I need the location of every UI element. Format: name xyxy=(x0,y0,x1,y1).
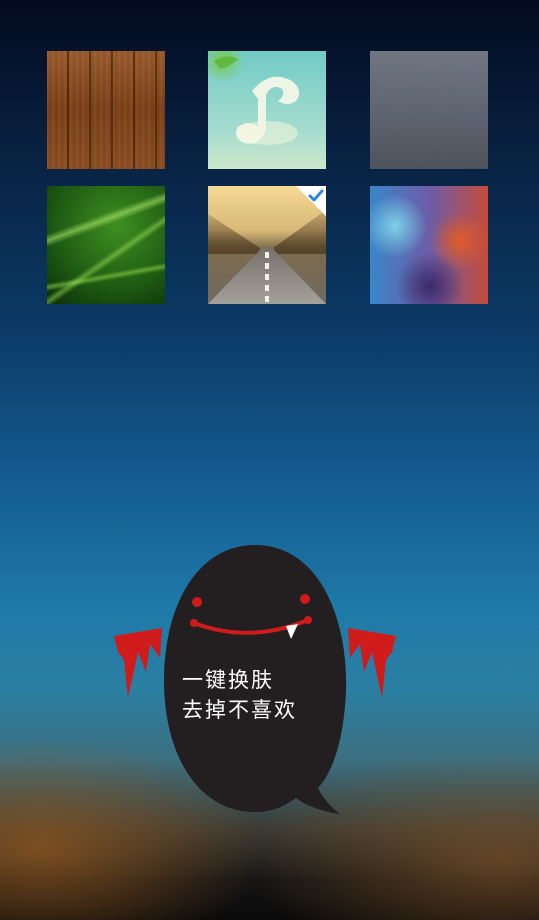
skin-grid xyxy=(0,0,539,330)
slogan-line-1: 一键换肤 xyxy=(182,668,274,692)
slogan-line-2: 去掉不喜欢 xyxy=(182,698,297,722)
skin-tile-wood[interactable] xyxy=(47,51,165,169)
selected-check-icon xyxy=(296,186,326,216)
mascot-speech-bubble: 一键换肤 去掉不喜欢 xyxy=(110,540,400,820)
green-grass-thumbnail xyxy=(47,186,165,304)
music-logo-thumbnail xyxy=(208,51,326,169)
grey-metal-thumbnail xyxy=(370,51,488,169)
music-note-logo-icon xyxy=(214,56,300,145)
skin-tile-green-grass[interactable] xyxy=(47,186,165,304)
blurred-color-thumbnail xyxy=(370,186,488,304)
wood-texture-thumbnail xyxy=(47,51,165,169)
skin-tile-road[interactable] xyxy=(208,186,326,304)
skin-tile-music-logo[interactable] xyxy=(208,51,326,169)
skin-tile-blurred-color[interactable] xyxy=(370,186,488,304)
skin-tile-grey-metal[interactable] xyxy=(370,51,488,169)
